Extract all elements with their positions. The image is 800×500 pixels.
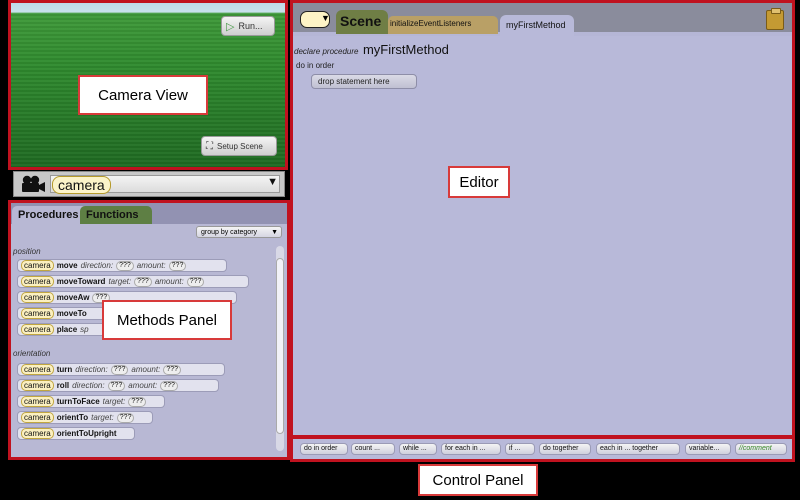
editor-callout: Editor [448,166,510,198]
control-panel-callout: Control Panel [418,464,538,496]
camera-view-callout: Camera View [78,75,208,115]
methods-panel-callout: Methods Panel [102,300,232,340]
movie-camera-icon [22,175,45,192]
camera-selector[interactable]: camera ▼ [13,171,285,197]
editor-outline [290,0,795,438]
dropdown-arrow-icon[interactable]: ▼ [267,176,278,188]
control-panel-outline [290,436,795,462]
camera-chip: camera [52,176,111,194]
